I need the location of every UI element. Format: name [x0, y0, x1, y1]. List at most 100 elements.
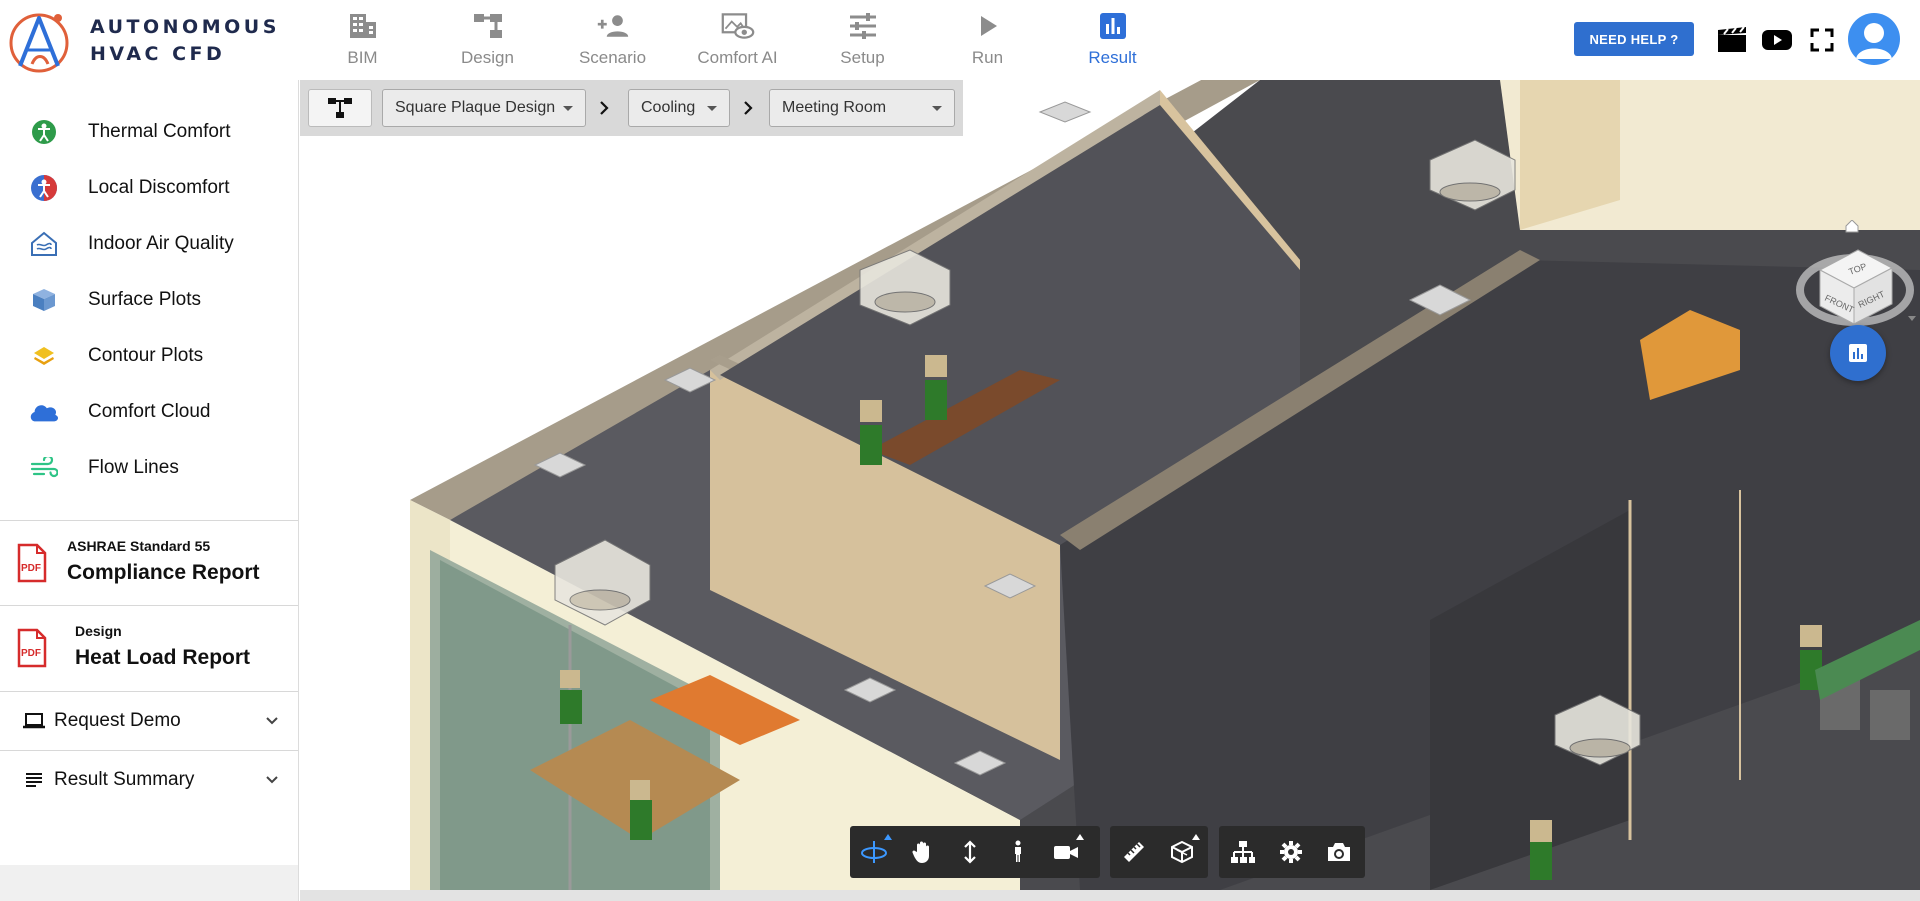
measure-button[interactable]	[1110, 826, 1158, 878]
zoom-button[interactable]	[946, 826, 994, 878]
home-view-icon[interactable]	[1845, 220, 1859, 233]
logo-text: AUTONOMOUS HVAC CFD	[90, 14, 280, 68]
sidebar-item-comfort-cloud[interactable]: Comfort Cloud	[0, 384, 298, 440]
sidebar-item-indoor-air-quality[interactable]: Indoor Air Quality	[0, 216, 298, 272]
mode-select[interactable]: Cooling	[628, 89, 730, 127]
thermal-comfort-icon	[28, 116, 60, 148]
sidebar-item-surface-plots[interactable]: Surface Plots	[0, 272, 298, 328]
sidebar-item-label: Local Discomfort	[88, 177, 230, 198]
model-tree-button[interactable]	[1219, 826, 1267, 878]
app-logo[interactable]: AUTONOMOUS HVAC CFD	[6, 6, 296, 76]
eye-image-icon	[721, 10, 755, 42]
building-model-scene[interactable]	[300, 80, 1920, 890]
nav-bim[interactable]: BIM	[300, 0, 425, 80]
sidebar-item-flow-lines[interactable]: Flow Lines	[0, 440, 298, 496]
orbit-button[interactable]	[850, 826, 898, 878]
sidebar-item-label: Indoor Air Quality	[88, 233, 234, 254]
section-button[interactable]	[1158, 826, 1206, 878]
sidebar-item-label: Surface Plots	[88, 289, 201, 310]
section-icon	[1171, 840, 1193, 864]
sidebar-item-label: Contour Plots	[88, 345, 204, 366]
pdf-icon: PDF	[17, 543, 47, 583]
camera-button[interactable]	[1042, 826, 1090, 878]
screenshot-button[interactable]	[1315, 826, 1363, 878]
caret-down-icon	[932, 106, 942, 111]
people-icon	[596, 10, 630, 42]
sidebar: Thermal Comfort Local Discomfort Indoor …	[0, 80, 299, 901]
hierarchy-button[interactable]	[308, 89, 372, 127]
sidebar-footer	[0, 865, 298, 901]
sliders-icon	[846, 10, 880, 42]
design-select[interactable]: Square Plaque Design	[382, 89, 586, 127]
clapperboard-icon[interactable]	[1716, 24, 1748, 56]
orbit-icon	[861, 841, 887, 863]
result-summary-toggle[interactable]: Result Summary	[0, 751, 298, 809]
caret-down-icon	[563, 106, 573, 111]
view-cube-menu-icon[interactable]	[1908, 316, 1916, 321]
3d-viewport[interactable]: Square Plaque Design Cooling Meeting Roo…	[300, 80, 1920, 890]
top-bar: AUTONOMOUS HVAC CFD BIM Design Scenario	[0, 0, 1920, 80]
compliance-report-button[interactable]: PDF ASHRAE Standard 55 Compliance Report	[0, 521, 298, 605]
design-select-value: Square Plaque Design	[395, 99, 556, 116]
report-title: Compliance Report	[67, 561, 260, 584]
play-icon	[971, 10, 1005, 42]
nav-label: Result	[1088, 48, 1137, 67]
nav-scenario[interactable]: Scenario	[550, 0, 675, 80]
bar-chart-icon	[1096, 10, 1130, 42]
sidebar-item-label: Flow Lines	[88, 457, 179, 478]
navigation-toolbar	[850, 826, 1100, 878]
report-subtitle: ASHRAE Standard 55	[67, 538, 211, 554]
building-icon	[346, 10, 380, 42]
sidebar-item-label: Comfort Cloud	[88, 401, 211, 422]
user-icon	[1856, 23, 1892, 59]
need-help-button[interactable]: NEED HELP ?	[1574, 22, 1694, 56]
wind-icon	[28, 452, 60, 484]
design-icon	[471, 10, 505, 42]
request-demo-toggle[interactable]: Request Demo	[0, 692, 298, 750]
logo-line-2: HVAC CFD	[90, 43, 226, 65]
logo-line-1: AUTONOMOUS	[90, 16, 280, 38]
sidebar-item-label: Thermal Comfort	[88, 121, 231, 142]
tools-toolbar	[1110, 826, 1208, 878]
pdf-icon: PDF	[17, 628, 47, 668]
report-subtitle: Design	[75, 623, 122, 639]
walk-icon	[1015, 840, 1021, 862]
list-icon	[22, 768, 46, 792]
result-chart-button[interactable]	[1830, 325, 1886, 381]
nav-design[interactable]: Design	[425, 0, 550, 80]
room-select[interactable]: Meeting Room	[769, 89, 955, 127]
cloud-icon	[28, 396, 60, 428]
gear-icon	[1280, 841, 1302, 863]
sidebar-item-local-discomfort[interactable]: Local Discomfort	[0, 160, 298, 216]
measure-icon	[1124, 842, 1144, 862]
nav-comfort-ai[interactable]: Comfort AI	[675, 0, 800, 80]
logo-mark-icon	[9, 13, 69, 73]
nav-label: Setup	[840, 48, 885, 67]
user-avatar[interactable]	[1848, 13, 1900, 65]
fullscreen-icon[interactable]	[1806, 24, 1838, 56]
nav-label: Scenario	[578, 48, 647, 67]
layers-icon	[28, 340, 60, 372]
model-tree-icon	[1231, 841, 1255, 863]
svg-text:PDF: PDF	[21, 648, 41, 659]
walk-button[interactable]	[994, 826, 1042, 878]
report-title: Heat Load Report	[75, 646, 251, 669]
pan-button[interactable]	[898, 826, 946, 878]
bar-chart-icon	[1849, 344, 1867, 362]
pan-icon	[912, 841, 929, 863]
hierarchy-icon	[328, 98, 352, 118]
settings-button[interactable]	[1267, 826, 1315, 878]
heat-load-report-button[interactable]: PDF Design Heat Load Report	[0, 606, 298, 690]
settings-toolbar	[1219, 826, 1365, 878]
nav-run[interactable]: Run	[925, 0, 1050, 80]
sidebar-item-contour-plots[interactable]: Contour Plots	[0, 328, 298, 384]
zoom-icon	[964, 840, 976, 864]
nav-result[interactable]: Result	[1050, 0, 1175, 80]
sidebar-item-thermal-comfort[interactable]: Thermal Comfort	[0, 104, 298, 160]
nav-setup[interactable]: Setup	[800, 0, 925, 80]
laptop-icon	[22, 709, 46, 733]
youtube-icon[interactable]	[1761, 24, 1793, 56]
svg-text:PDF: PDF	[21, 563, 41, 574]
horizontal-scrollbar[interactable]	[300, 890, 1920, 901]
nav-label: Comfort AI	[697, 48, 778, 67]
